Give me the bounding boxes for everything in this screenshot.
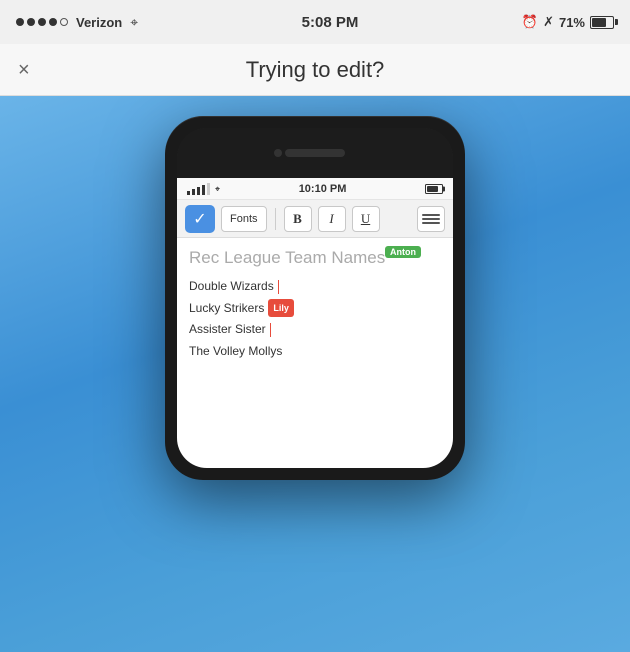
doc-line-4: The Volley Mollys — [189, 341, 441, 363]
anton-cursor-label: Anton — [385, 246, 421, 258]
phone-time: 10:10 PM — [299, 183, 347, 195]
toolbar-separator — [275, 208, 276, 230]
phone-signal-bar-4 — [202, 185, 205, 195]
phone-toolbar: ✓ Fonts B I U — [177, 200, 453, 238]
battery-fill — [592, 18, 606, 27]
doc-line-2: Lucky Strikers Lily — [189, 298, 441, 320]
doc-line-4-text: The Volley Mollys — [189, 341, 282, 363]
doc-line-3-text: Assister Sister — [189, 319, 266, 341]
phone-signal-bar-2 — [192, 189, 195, 195]
italic-label: I — [329, 211, 333, 227]
status-bar: Verizon ⌖ 5:08 PM ⏰ ✗ 71% — [0, 0, 630, 44]
phone-status-bar: ⌖ 10:10 PM — [177, 178, 453, 200]
cursor-bar — [278, 280, 280, 294]
bold-label: B — [293, 211, 302, 227]
doc-line-3: Assister Sister — [189, 319, 441, 341]
phone-wifi-icon: ⌖ — [215, 184, 220, 195]
phone-signal-bar-1 — [187, 191, 190, 195]
carrier-name: Verizon — [76, 15, 122, 30]
status-time: 5:08 PM — [302, 14, 359, 31]
phone-signal-bar-3 — [197, 187, 200, 195]
status-left: Verizon ⌖ — [16, 14, 138, 31]
wifi-icon: ⌖ — [130, 14, 138, 31]
header: × Trying to edit? — [0, 44, 630, 96]
phone-speaker — [285, 149, 345, 157]
phone-content: Rec League Team Names Anton Double Wizar… — [177, 238, 453, 372]
toolbar-italic-button[interactable]: I — [318, 206, 346, 232]
toolbar-align-button[interactable] — [417, 206, 445, 232]
underline-label: U — [361, 211, 370, 227]
alarm-icon: ⏰ — [522, 14, 538, 30]
toolbar-bold-button[interactable]: B — [284, 206, 312, 232]
status-right: ⏰ ✗ 71% — [522, 14, 614, 30]
signal-dots — [16, 18, 68, 26]
doc-title-text: Rec League Team Names — [189, 248, 385, 267]
header-title: Trying to edit? — [246, 57, 385, 83]
close-button[interactable]: × — [18, 60, 30, 80]
phone-battery-box — [425, 184, 443, 194]
doc-line-1-text: Double Wizards — [189, 276, 274, 298]
toolbar-check-button[interactable]: ✓ — [185, 205, 215, 233]
phone-camera — [274, 149, 282, 157]
doc-line-2-text: Lucky Strikers — [189, 298, 264, 320]
phone-signal-bar-5 — [207, 183, 210, 195]
bluetooth-icon: ✗ — [543, 14, 554, 30]
doc-title: Rec League Team Names Anton — [189, 248, 441, 268]
phone-mockup: ⌖ 10:10 PM ✓ Fonts — [165, 116, 465, 480]
phone-inner: ⌖ 10:10 PM ✓ Fonts — [177, 128, 453, 468]
signal-dot-2 — [27, 18, 35, 26]
align-line-3 — [422, 222, 440, 224]
main-content: ⌖ 10:10 PM ✓ Fonts — [0, 96, 630, 652]
align-line-2 — [422, 218, 440, 220]
signal-dot-4 — [49, 18, 57, 26]
phone-top-bar — [177, 128, 453, 178]
align-line-1 — [422, 214, 440, 216]
signal-dot-1 — [16, 18, 24, 26]
fonts-label: Fonts — [230, 213, 258, 225]
signal-dot-3 — [38, 18, 46, 26]
phone-signal: ⌖ — [187, 183, 220, 195]
battery-percentage: 71% — [559, 15, 585, 30]
lily-cursor-label: Lily — [268, 299, 294, 317]
battery-icon — [590, 16, 614, 29]
signal-dot-5 — [60, 18, 68, 26]
check-icon: ✓ — [193, 209, 206, 229]
doc-line-1: Double Wizards — [189, 276, 441, 298]
toolbar-fonts-button[interactable]: Fonts — [221, 206, 267, 232]
phone-battery-area — [425, 184, 443, 194]
phone-screen: ⌖ 10:10 PM ✓ Fonts — [177, 178, 453, 468]
toolbar-underline-button[interactable]: U — [352, 206, 380, 232]
phone-battery-fill — [427, 186, 438, 192]
red-cursor — [270, 323, 272, 337]
